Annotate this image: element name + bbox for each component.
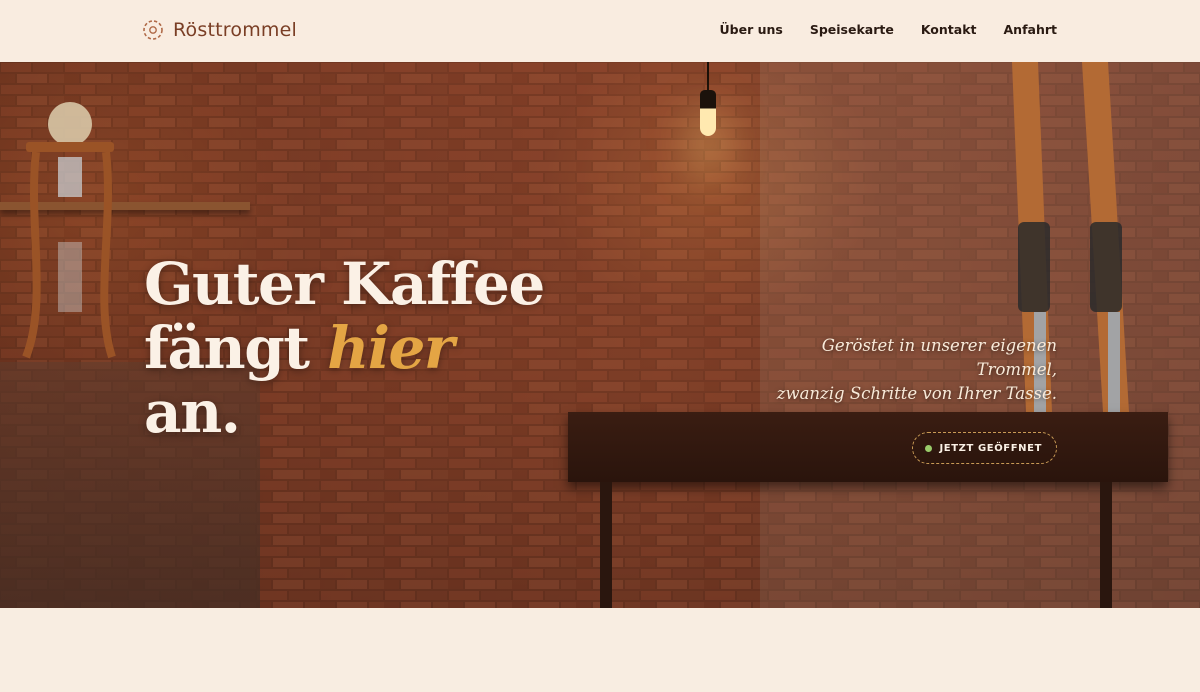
headline-accent-word: hier bbox=[327, 314, 454, 382]
brand-name: Rösttrommel bbox=[173, 19, 297, 41]
hero-tagline: Geröstet in unserer eigenen Trommel, zwa… bbox=[757, 334, 1057, 406]
headline-line-1: Guter Kaffee bbox=[144, 250, 545, 318]
tagline-line-1: Geröstet in unserer eigenen bbox=[821, 336, 1057, 355]
lamp-cord bbox=[707, 62, 709, 92]
open-status-label: JETZT GEÖFFNET bbox=[939, 442, 1042, 454]
tagline-line-2: Trommel, bbox=[976, 360, 1057, 379]
nav-item-anfahrt[interactable]: Anfahrt bbox=[1004, 22, 1058, 37]
hero-section: Guter Kaffee fängt hier an. Geröstet in … bbox=[0, 62, 1200, 608]
status-dot-icon bbox=[925, 444, 933, 452]
cold-brew-tower bbox=[22, 102, 116, 359]
tagline-line-3: zwanzig Schritte von Ihrer Tasse. bbox=[776, 384, 1057, 403]
nav-item-ueber-uns[interactable]: Über uns bbox=[720, 22, 783, 37]
cafe-table bbox=[568, 412, 1168, 482]
hero-headline: Guter Kaffee fängt hier an. bbox=[144, 250, 545, 446]
headline-line-3: an. bbox=[144, 378, 241, 446]
nav-item-speisekarte[interactable]: Speisekarte bbox=[810, 22, 894, 37]
table-leg bbox=[1100, 482, 1112, 608]
hanging-bulb bbox=[700, 90, 716, 136]
table-leg bbox=[600, 482, 612, 608]
coffee-drum-icon bbox=[143, 20, 163, 40]
open-status-badge[interactable]: JETZT GEÖFFNET bbox=[912, 432, 1057, 464]
main-nav: Über uns Speisekarte Kontakt Anfahrt bbox=[720, 22, 1058, 37]
site-header: Rösttrommel Über uns Speisekarte Kontakt… bbox=[0, 0, 1200, 62]
headline-line-2-prefix: fängt bbox=[144, 314, 328, 382]
brand-logo[interactable]: Rösttrommel bbox=[142, 18, 297, 42]
nav-item-kontakt[interactable]: Kontakt bbox=[921, 22, 977, 37]
